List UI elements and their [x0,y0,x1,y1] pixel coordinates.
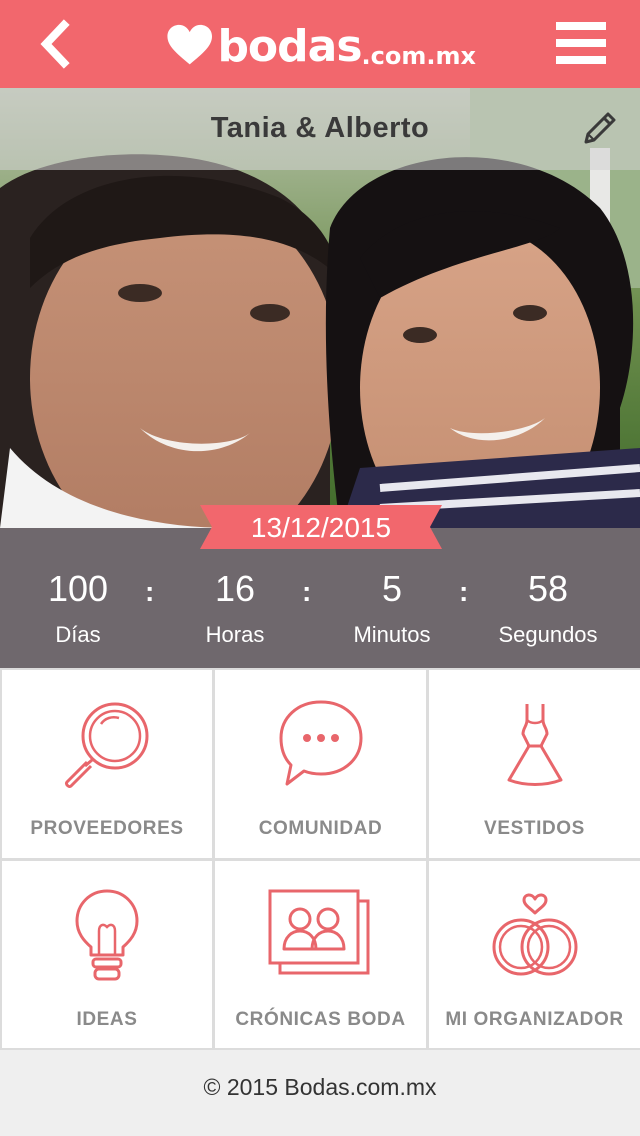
countdown-separator: : [302,576,312,607]
tile-label: MI ORGANIZADOR [445,1009,624,1030]
couple-name-bar: Tania & Alberto [0,88,640,170]
menu-grid: PROVEEDORES COMUNIDAD VESTIDOS IDEAS CRÓ… [0,668,640,1050]
days-label: Días [55,622,101,647]
tile-label: PROVEEDORES [30,818,184,839]
tile-comunidad[interactable]: COMUNIDAD [215,670,426,858]
pencil-icon [584,112,616,144]
countdown-separator: : [459,576,469,607]
menu-button[interactable] [550,18,612,70]
copyright-text: © 2015 Bodas.com.mx [203,1074,437,1100]
edit-button[interactable] [578,106,622,150]
tile-proveedores[interactable]: PROVEEDORES [2,670,212,858]
heart-logo-icon [167,24,212,65]
footer: © 2015 Bodas.com.mx [0,1050,640,1136]
countdown-hours: 16 Horas [160,568,310,648]
wedding-date: 13/12/2015 [250,512,392,543]
back-button[interactable] [26,14,86,74]
days-value: 100 [47,568,109,609]
minutes-value: 5 [381,568,403,609]
seconds-label: Segundos [498,622,598,647]
tile-label: IDEAS [76,1009,138,1030]
top-bar: bodas .com.mx [0,0,640,88]
tile-label: VESTIDOS [484,818,585,839]
couple-photos-icon [268,889,369,975]
tile-cronicas-boda[interactable]: CRÓNICAS BODA [215,861,426,1048]
seconds-value: 58 [527,568,569,609]
chat-bubble-icon [279,700,362,786]
hamburger-menu-icon [556,22,606,64]
tile-label: CRÓNICAS BODA [235,1009,406,1030]
dress-icon [507,704,562,786]
app-screen: bodas .com.mx Tania & Alberto 100 Días:… [0,0,640,1136]
wedding-rings-icon [492,893,577,976]
tile-ideas[interactable]: IDEAS [2,861,212,1048]
hours-value: 16 [214,568,256,609]
tile-label: COMUNIDAD [258,818,383,839]
countdown-panel: 100 Días : 16 Horas : 5 Minutos : 58 Seg… [0,528,640,668]
countdown-minutes: 5 Minutos [317,568,467,648]
minutes-label: Minutos [353,622,431,647]
couple-name: Tania & Alberto [210,112,430,144]
wedding-date-ribbon: 13/12/2015 [200,505,442,549]
magnifier-icon [65,702,149,788]
tile-mi-organizador[interactable]: MI ORGANIZADOR [429,861,640,1048]
countdown-seconds: 58 Segundos [473,568,623,648]
hours-label: Horas [205,622,265,647]
couple-photo: Tania & Alberto [0,88,640,528]
tile-vestidos[interactable]: VESTIDOS [429,670,640,858]
chevron-left-icon [40,19,70,69]
brand-suffix: .com.mx [361,42,476,70]
lightbulb-icon [75,889,139,981]
countdown-separator: : [145,576,155,607]
brand-name: bodas [217,20,362,72]
countdown-days: 100 Días [3,568,153,648]
brand-logo[interactable]: bodas .com.mx [166,10,476,80]
